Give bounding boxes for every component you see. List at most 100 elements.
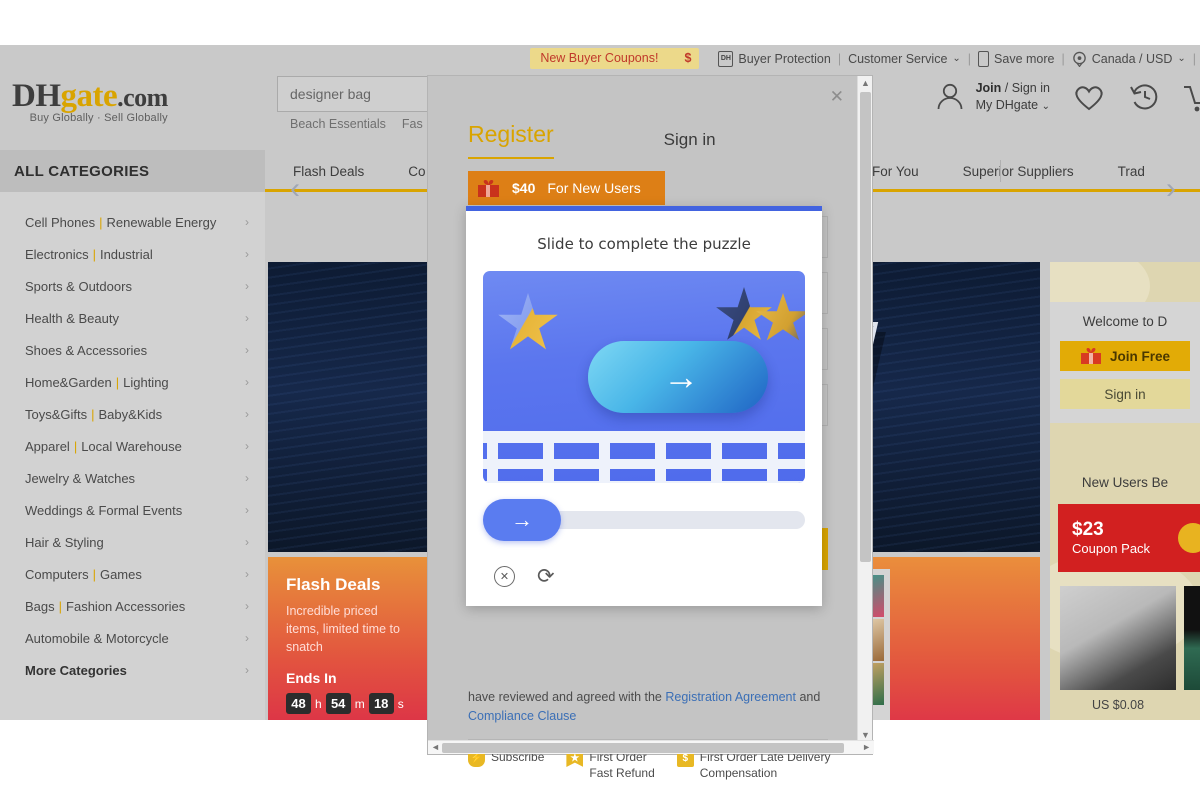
compliance-clause-link[interactable]: Compliance Clause [468, 709, 576, 723]
all-categories-button[interactable]: ALL CATEGORIES [0, 150, 265, 192]
modal-tabs: Register Sign in [468, 121, 828, 159]
buyer-protection-label: Buyer Protection [738, 51, 831, 66]
category-label: Bags [25, 598, 55, 614]
chevron-right-icon: › [245, 631, 249, 645]
modal-horizontal-scrollbar[interactable]: ◄ ► [428, 740, 874, 754]
ends-in-label: Ends In [286, 670, 337, 687]
nav-item-trade-services[interactable]: Trad [1118, 164, 1145, 179]
close-icon[interactable]: ✕ [494, 566, 515, 587]
new-user-gift-banner: $40 For New Users [468, 171, 665, 205]
account-menu[interactable]: Join / Sign in My DHgate ⌄ [933, 80, 1050, 114]
search-suggestions: Beach Essentials Fas [290, 117, 423, 131]
welcome-title: Welcome to D [1082, 314, 1168, 329]
new-users-title: New Users Be [1081, 475, 1169, 490]
account-area: Join / Sign in My DHgate ⌄ [933, 80, 1200, 114]
suggestion-fashion[interactable]: Fas [402, 117, 423, 131]
rail-product-item[interactable] [1184, 586, 1200, 712]
rail-product-list: US $0.08 [1060, 586, 1200, 712]
category-label: Home&Garden [25, 374, 112, 390]
refresh-icon[interactable]: ⟳ [537, 566, 555, 587]
category-item-8[interactable]: Jewelry & Watches › [0, 462, 265, 494]
scroll-right-arrow[interactable]: ► [862, 742, 871, 752]
category-label: Automobile & Motorcycle [25, 630, 169, 646]
scroll-down-arrow[interactable]: ▼ [861, 730, 870, 740]
flash-deals-title: Flash Deals [286, 575, 381, 594]
category-item-2[interactable]: Sports & Outdoors › [0, 270, 265, 302]
category-item-4[interactable]: Shoes & Accessories › [0, 334, 265, 366]
region-label: Canada / USD [1091, 51, 1173, 66]
category-item-12[interactable]: Bags | Fashion Accessories › [0, 590, 265, 622]
agreement-and: and [796, 690, 821, 704]
carousel-next-button[interactable]: › [1154, 173, 1188, 207]
nav-item-coupons[interactable]: Co [408, 164, 425, 179]
close-icon[interactable]: ✕ [830, 88, 844, 105]
captcha-slider-handle[interactable]: → [483, 499, 561, 541]
signin-link[interactable]: Sign in [1012, 81, 1050, 95]
coupon-claim-icon [1178, 523, 1200, 553]
save-more-link[interactable]: Save more [971, 50, 1061, 67]
nav-divider [1000, 160, 1001, 182]
category-item-9[interactable]: Weddings & Formal Events › [0, 494, 265, 526]
registration-agreement-link[interactable]: Registration Agreement [665, 690, 796, 704]
join-free-label: Join Free [1109, 348, 1171, 364]
category-label: Apparel [25, 438, 70, 454]
category-item-more[interactable]: More Categories › [0, 654, 265, 686]
join-free-button[interactable]: Join Free [1060, 341, 1190, 371]
category-item-7[interactable]: Apparel | Local Warehouse › [0, 430, 265, 462]
coupon-pack-label: Coupon Pack [1072, 540, 1151, 556]
scroll-left-arrow[interactable]: ◄ [431, 742, 440, 752]
dh-shield-icon: DH [718, 50, 734, 67]
coupon-pack-banner[interactable]: $23 Coupon Pack [1058, 504, 1200, 572]
category-item-13[interactable]: Automobile & Motorcycle › [0, 622, 265, 654]
wishlist-heart-icon[interactable] [1072, 82, 1106, 112]
shopping-cart-icon[interactable] [1184, 81, 1200, 113]
save-more-label: Save more [994, 51, 1055, 66]
join-link[interactable]: Join [976, 81, 1002, 95]
carousel-prev-button[interactable]: ‹ [278, 173, 312, 207]
new-buyer-coupons-button[interactable]: New Buyer Coupons! $ [530, 48, 700, 69]
captcha-actions: ✕ ⟳ [494, 566, 555, 587]
dollar-icon: $ [684, 51, 692, 65]
category-item-11[interactable]: Computers | Games › [0, 558, 265, 590]
flash-deals-card[interactable]: Flash Deals Incredible priced items, lim… [268, 557, 428, 720]
suggestion-beach-essentials[interactable]: Beach Essentials [290, 117, 386, 131]
tab-register[interactable]: Register [468, 121, 554, 159]
countdown-seconds-unit: s [397, 696, 404, 711]
category-item-1[interactable]: Electronics | Industrial › [0, 238, 265, 270]
chevron-right-icon: › [245, 247, 249, 261]
logo-dh: DH [12, 78, 61, 114]
mobile-phone-icon [978, 50, 990, 67]
tab-signin[interactable]: Sign in [664, 130, 716, 159]
category-label: Computers [25, 566, 89, 582]
chevron-right-icon: › [245, 279, 249, 293]
category-item-6[interactable]: Toys&Gifts | Baby&Kids › [0, 398, 265, 430]
category-item-0[interactable]: Cell Phones | Renewable Energy › [0, 206, 265, 238]
star-decoration-left [498, 293, 558, 350]
region-currency-selector[interactable]: Canada / USD ⌄ [1065, 51, 1193, 67]
buyer-protection-link[interactable]: DH Buyer Protection [711, 50, 837, 67]
recently-viewed-history-icon[interactable] [1128, 81, 1162, 113]
chevron-right-icon: › [245, 407, 249, 421]
chevron-right-icon: › [245, 439, 249, 453]
right-rail: Welcome to D Join Free Sign in New Users… [1050, 262, 1200, 720]
rail-product-item[interactable]: US $0.08 [1060, 586, 1176, 712]
category-label: Sports & Outdoors [25, 278, 132, 294]
nav-item-superior-suppliers[interactable]: Superior Suppliers [963, 164, 1074, 179]
modal-vertical-scrollbar[interactable]: ▲ ▼ [857, 76, 872, 742]
category-item-10[interactable]: Hair & Styling › [0, 526, 265, 558]
dhgate-logo[interactable]: DHgate.com Buy Globally · Sell Globally [12, 78, 168, 124]
star-decoration-right-2 [756, 293, 805, 341]
customer-service-menu[interactable]: Customer Service ⌄ [841, 52, 968, 66]
vertical-scroll-thumb[interactable] [860, 92, 871, 562]
category-item-3[interactable]: Health & Beauty › [0, 302, 265, 334]
category-item-5[interactable]: Home&Garden | Lighting › [0, 366, 265, 398]
horizontal-scroll-thumb[interactable] [442, 743, 844, 753]
category-label-alt: Local Warehouse [81, 438, 182, 454]
scroll-up-arrow[interactable]: ▲ [861, 78, 870, 88]
new-buyer-coupons-label: New Buyer Coupons! [540, 51, 659, 65]
rail-signin-button[interactable]: Sign in [1060, 379, 1190, 409]
category-label-alt: Games [99, 566, 142, 582]
gift-icon [1080, 348, 1101, 364]
chevron-right-icon: › [245, 215, 249, 229]
coupon-amount: $23 [1072, 519, 1104, 541]
